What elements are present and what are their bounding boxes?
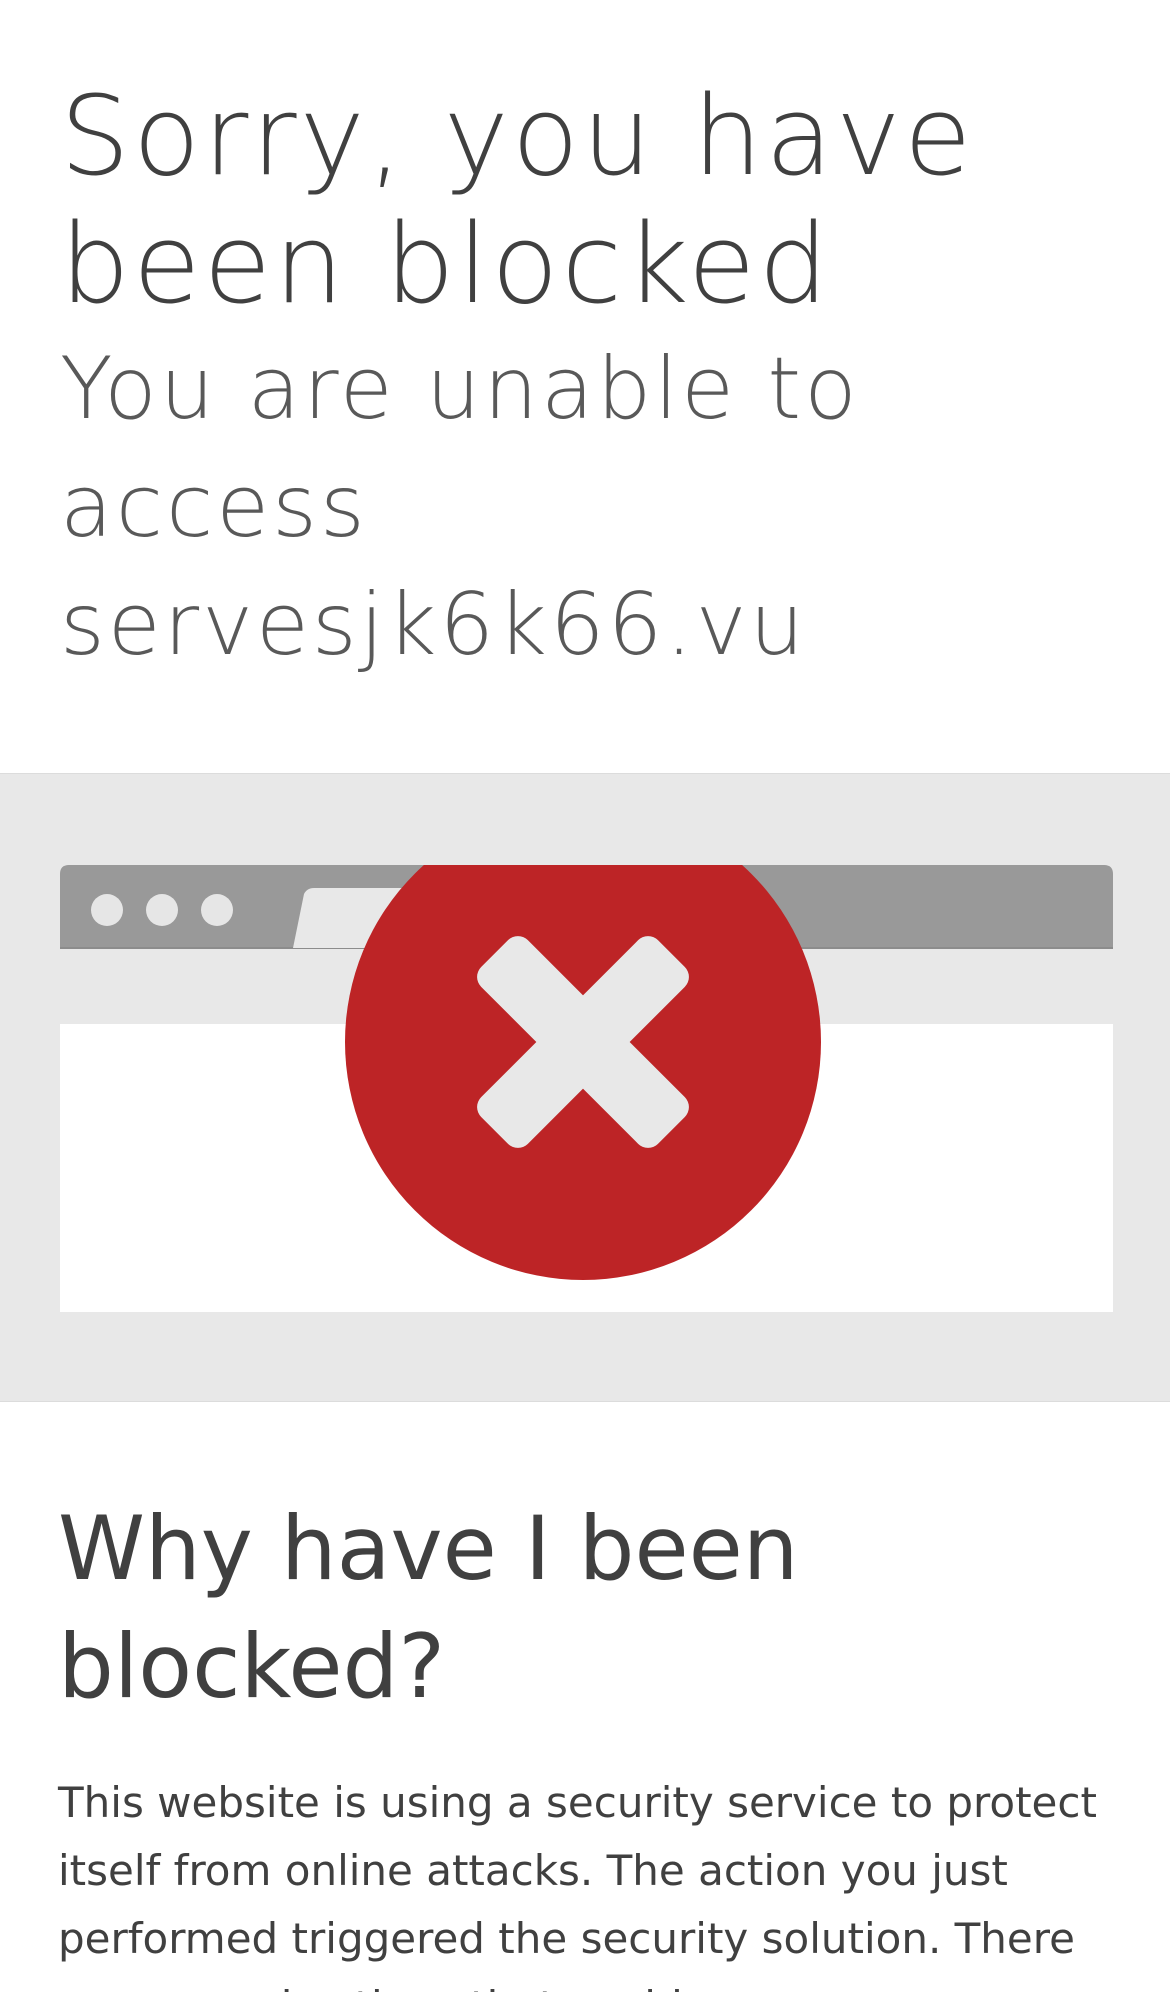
why-blocked-heading: Why have I been blocked? — [58, 1497, 799, 1718]
blocked-page: Sorry, you have been blocked You are una… — [0, 0, 1170, 1992]
window-dot-icon — [146, 894, 178, 926]
illustration-band — [0, 773, 1170, 1402]
window-dot-icon — [91, 894, 123, 926]
header: Sorry, you have been blocked You are una… — [0, 0, 1170, 772]
why-blocked-text: This website is using a security service… — [58, 1778, 1097, 1992]
error-x-icon — [345, 865, 821, 1280]
page-subtitle: You are unable to access servesjk6k66.vu — [60, 339, 860, 675]
page-title: Sorry, you have been blocked — [60, 72, 975, 328]
blocked-illustration — [60, 865, 1113, 1312]
window-dot-icon — [201, 894, 233, 926]
